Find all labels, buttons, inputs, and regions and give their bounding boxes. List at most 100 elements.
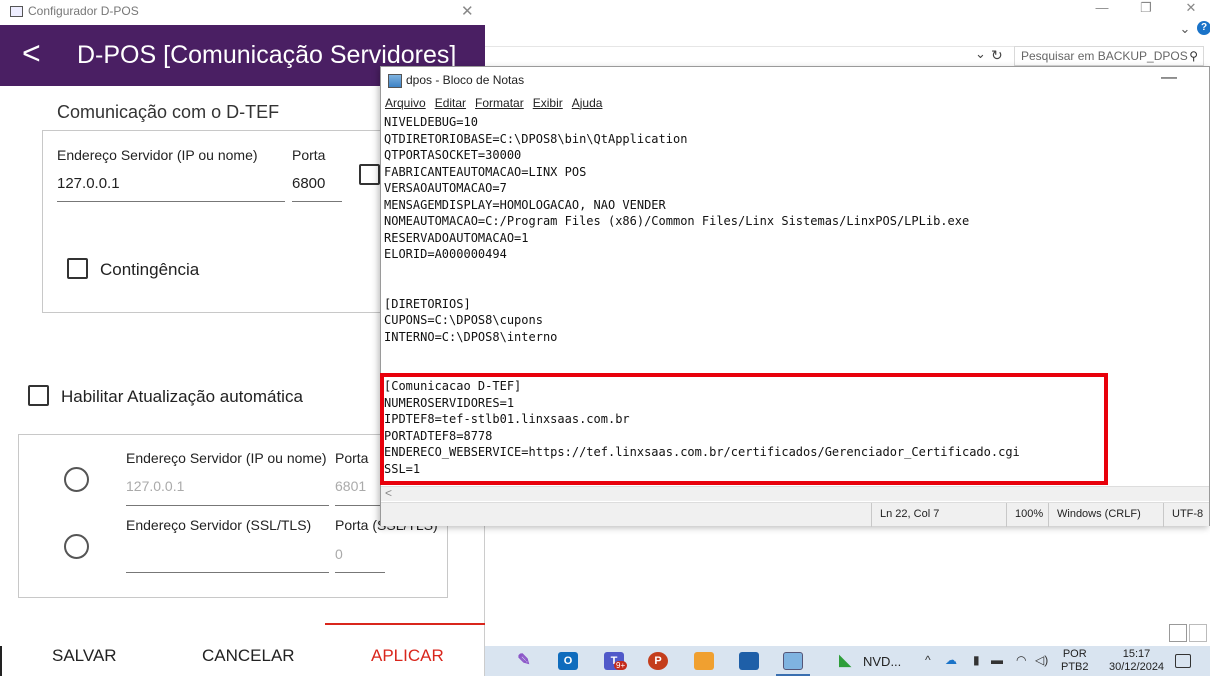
horizontal-scrollbar[interactable]: < xyxy=(381,486,1209,501)
update-port-field[interactable]: 6801 xyxy=(335,478,366,494)
text-line: ELORID=A000000494 xyxy=(384,247,507,261)
nvidia-icon[interactable]: ◣ xyxy=(835,652,855,670)
search-placeholder: Pesquisar em BACKUP_DPOS xyxy=(1021,49,1188,63)
dtef-server-field[interactable]: 127.0.0.1 xyxy=(57,175,120,192)
onedrive-icon[interactable]: ☁ xyxy=(945,653,957,667)
notepad-titlebar: dpos - Bloco de Notas — xyxy=(381,67,1210,94)
clock[interactable]: 15:17 30/12/2024 xyxy=(1109,648,1164,674)
update-port-underline xyxy=(335,505,385,506)
language-top: POR xyxy=(1062,648,1087,660)
chevron-down-icon[interactable]: ⌄ xyxy=(1170,21,1200,37)
update-port-label: Porta xyxy=(335,450,369,466)
notepad-menubar: Arquivo Editar Formatar Exibir Ajuda xyxy=(381,96,607,114)
paint-icon[interactable] xyxy=(694,652,714,670)
window-title: Configurador D-POS xyxy=(28,4,139,18)
dtef-ssl-checkbox[interactable] xyxy=(359,164,380,185)
text-line: NIVELDEBUG=10 xyxy=(384,115,478,129)
text-line xyxy=(384,263,1206,280)
scroll-left-icon[interactable]: < xyxy=(385,486,392,500)
update-server-underline xyxy=(126,505,329,506)
update-server-field[interactable]: 127.0.0.1 xyxy=(126,478,184,494)
clock-time: 15:17 xyxy=(1122,648,1151,660)
notepad-taskbar-icon[interactable] xyxy=(783,652,803,670)
ssl-server-label: Endereço Servidor (SSL/TLS) xyxy=(126,517,312,533)
refresh-icon[interactable]: ↻ xyxy=(991,47,1003,64)
cancel-button[interactable]: CANCELAR xyxy=(202,646,295,666)
notepad-statusbar: Ln 22, Col 7 100% Windows (CRLF) UTF-8 xyxy=(381,502,1209,527)
taskbar: ✎ O T 9+ P ◣ NVD... ^ ☁ ▮ ▬ ◠ ◁) POR PTB… xyxy=(485,646,1210,676)
menu-formatar[interactable]: Formatar xyxy=(475,96,524,110)
cursor-position: Ln 22, Col 7 xyxy=(871,503,1006,527)
ssl-port-field[interactable]: 0 xyxy=(335,546,343,562)
nvd-taskbar-label[interactable]: NVD... xyxy=(863,654,901,669)
encoding: UTF-8 xyxy=(1163,503,1209,527)
text-line xyxy=(384,279,1206,296)
text-line xyxy=(384,345,1206,362)
wifi-icon[interactable]: ◠ xyxy=(1016,653,1026,667)
notepad-window: dpos - Bloco de Notas — Arquivo Editar For… xyxy=(380,66,1210,527)
close-icon[interactable]: ✕ xyxy=(461,2,474,20)
details-view-button[interactable] xyxy=(1169,624,1187,642)
app-icon xyxy=(10,6,23,17)
text-line: FABRICANTEAUTOMACAO=LINX POS xyxy=(384,164,587,179)
text-line: MENSAGEMDISPLAY=HOMOLOGACAO, NAO VENDER xyxy=(384,197,666,212)
ssl-server-radio[interactable] xyxy=(64,534,89,559)
dtef-port-underline xyxy=(292,201,342,202)
notepad-icon xyxy=(388,74,402,88)
update-server-label: Endereço Servidor (IP ou nome) xyxy=(126,450,327,466)
auto-update-label: Habilitar Atualização automática xyxy=(61,387,303,406)
highlight-box xyxy=(380,373,1108,485)
text-line: QTPORTASOCKET=30000 xyxy=(384,148,522,162)
menu-ajuda[interactable]: Ajuda xyxy=(572,96,603,110)
menu-arquivo[interactable]: Arquivo xyxy=(385,96,426,110)
quill-app-icon[interactable]: ✎ xyxy=(514,652,534,670)
search-input[interactable]: Pesquisar em BACKUP_DPOS ⚲ xyxy=(1014,46,1204,66)
window-edge xyxy=(0,646,2,676)
text-line: NOMEAUTOMACAO=C:/Program Files (x86)/Com… xyxy=(384,214,970,228)
apply-highlight-bar xyxy=(325,623,485,625)
notepad-title: dpos - Bloco de Notas xyxy=(406,73,525,87)
volume-icon[interactable]: ◁) xyxy=(1035,653,1048,667)
teams-badge: 9+ xyxy=(614,661,628,670)
apply-button[interactable]: APLICAR xyxy=(371,646,444,666)
battery-icon[interactable]: ▬ xyxy=(991,653,1003,667)
powerpoint-icon[interactable]: P xyxy=(648,652,668,670)
usb-icon[interactable]: ▮ xyxy=(973,653,980,667)
dtef-server-underline xyxy=(57,201,285,202)
save-button[interactable]: SALVAR xyxy=(52,646,117,666)
search-icon: ⚲ xyxy=(1189,49,1198,63)
maximize-icon[interactable]: ❐ xyxy=(1131,0,1161,16)
notifications-icon[interactable] xyxy=(1175,654,1191,668)
text-line: INTERNO=C:\DPOS8\interno xyxy=(384,329,558,344)
menu-editar[interactable]: Editar xyxy=(435,96,466,110)
dtef-server-label: Endereço Servidor (IP ou nome) xyxy=(57,147,258,163)
address-dropdown-icon[interactable]: ⌄ xyxy=(975,46,986,62)
tray-chevron-icon[interactable]: ^ xyxy=(925,653,931,667)
ssl-server-underline xyxy=(126,572,329,573)
text-line: [DIRETORIOS] xyxy=(384,296,471,311)
text-line: QTDIRETORIOBASE=C:\DPOS8\bin\QtApplicati… xyxy=(384,131,688,146)
dtef-port-field[interactable]: 6800 xyxy=(292,175,325,192)
line-ending: Windows (CRLF) xyxy=(1048,503,1163,527)
server-radio[interactable] xyxy=(64,467,89,492)
clock-date: 30/12/2024 xyxy=(1109,661,1165,673)
zoom-level: 100% xyxy=(1006,503,1048,527)
dtef-port-label: Porta xyxy=(292,147,326,163)
ssl-port-underline xyxy=(335,572,385,573)
minimize-icon[interactable]: — xyxy=(1161,69,1177,87)
board-app-icon[interactable] xyxy=(739,652,759,670)
dtef-section-title: Comunicação com o D-TEF xyxy=(57,102,280,122)
auto-update-checkbox[interactable] xyxy=(28,385,49,406)
language-indicator[interactable]: POR PTB2 xyxy=(1061,648,1089,674)
dpos-titlebar: Configurador D-POS ✕ xyxy=(0,0,485,25)
large-icons-view-button[interactable] xyxy=(1189,624,1207,642)
menu-exibir[interactable]: Exibir xyxy=(533,96,563,110)
help-icon[interactable]: ? xyxy=(1197,21,1210,35)
outlook-icon[interactable]: O xyxy=(558,652,578,670)
address-bar[interactable] xyxy=(485,46,1025,66)
close-icon[interactable]: ✕ xyxy=(1176,0,1206,16)
minimize-icon[interactable]: — xyxy=(1087,0,1117,16)
contingency-checkbox[interactable] xyxy=(67,258,88,279)
contingency-label: Contingência xyxy=(100,260,200,279)
back-arrow-icon[interactable]: < xyxy=(22,33,41,73)
